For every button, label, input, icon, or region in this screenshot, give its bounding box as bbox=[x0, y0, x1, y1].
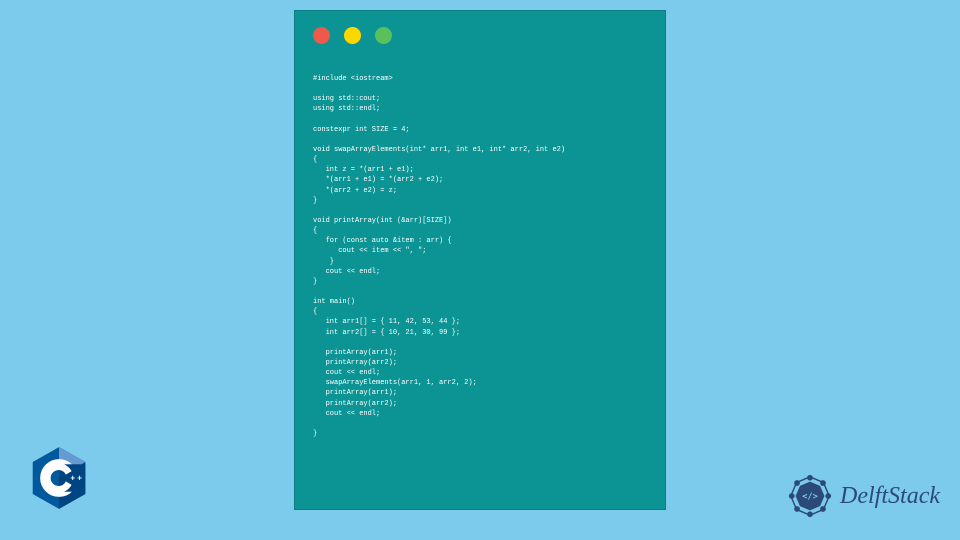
minimize-icon bbox=[344, 27, 361, 44]
window-controls bbox=[295, 11, 665, 52]
delftstack-emblem-icon: </> bbox=[786, 472, 834, 520]
close-icon bbox=[313, 27, 330, 44]
delftstack-logo: </> DelftStack bbox=[786, 472, 940, 520]
svg-text:+: + bbox=[70, 473, 75, 482]
code-content: #include <iostream> using std::cout; usi… bbox=[295, 52, 665, 451]
maximize-icon bbox=[375, 27, 392, 44]
svg-text:</>: </> bbox=[802, 492, 818, 502]
svg-text:+: + bbox=[77, 473, 82, 482]
cpp-badge-icon: + + bbox=[30, 446, 88, 510]
code-window: #include <iostream> using std::cout; usi… bbox=[294, 10, 666, 510]
delftstack-label: DelftStack bbox=[840, 483, 940, 510]
